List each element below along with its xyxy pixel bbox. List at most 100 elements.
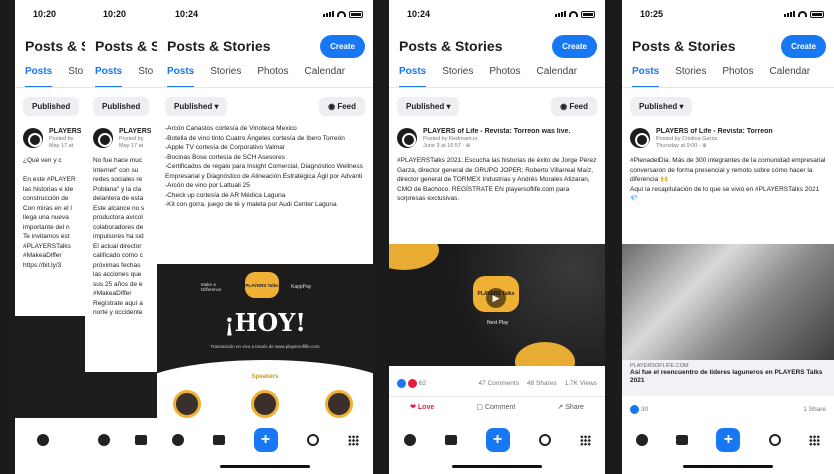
inbox-icon[interactable]	[135, 435, 148, 445]
menu-grid-icon[interactable]	[347, 434, 359, 446]
video-subtitle: Next Play	[487, 320, 509, 326]
status-bar: 10:24	[389, 0, 605, 28]
chevron-down-icon: ▾	[679, 101, 684, 111]
add-icon[interactable]: +	[485, 428, 510, 452]
chat-icon[interactable]	[768, 434, 781, 446]
video-gold-shape	[389, 244, 439, 270]
link-preview[interactable]: PLAYERSOFLIFE.COM Así fue el reencuentro…	[622, 360, 834, 396]
post-date: May 17 at	[49, 143, 74, 149]
tab-photos[interactable]: Photos	[257, 64, 288, 87]
share-count[interactable]: 48 Shares	[527, 380, 557, 387]
flyer-players-logo: PLAYERS Talks	[245, 272, 279, 298]
menu-grid-icon[interactable]	[579, 434, 591, 446]
love-button[interactable]: ❤ Love	[410, 403, 434, 411]
view-count[interactable]: 1.7K Views	[565, 380, 597, 387]
reaction-summary[interactable]: 62	[397, 378, 426, 388]
flyer-brand-left: Make a Difference	[201, 282, 222, 292]
post-stats: 62 47 Comments 48 Shares 1.7K Views	[389, 372, 605, 394]
header: Posts & Stories Create	[389, 28, 605, 64]
post-author[interactable]: PLAYERS of Life - Revista: Torreon was l…	[423, 128, 570, 135]
post-header: PLAYERS Posted by May 17 at	[85, 124, 160, 153]
status-icons	[555, 10, 595, 18]
tab-calendar[interactable]: Calendar	[537, 64, 578, 87]
video-player[interactable]: PLAYERS Talks ▶ Next Play	[389, 244, 605, 366]
create-button[interactable]: Create	[320, 34, 365, 58]
tab-bar: Posts Stories Photos Calendar	[622, 64, 834, 88]
event-flyer[interactable]: Make a Difference PLAYERS Talks KappPay …	[157, 264, 373, 426]
post-date: May 17 at	[119, 143, 144, 149]
feed-icon: ◉	[328, 101, 336, 111]
post-author[interactable]: PLAYERS	[49, 128, 81, 135]
page-title: Posts & Stories	[632, 38, 736, 54]
speaker-photo	[173, 390, 201, 418]
inbox-icon[interactable]	[444, 435, 457, 445]
home-icon[interactable]	[36, 434, 49, 446]
play-icon[interactable]: ▶	[486, 288, 506, 308]
status-bar: 10:25	[622, 0, 834, 28]
post-date: June 3 at 16:57 · ⊕	[423, 143, 471, 149]
tab-stories[interactable]: Sto	[68, 64, 83, 87]
post-author[interactable]: PLAYERS of Life - Revista: Torreon	[656, 128, 773, 135]
home-indicator	[683, 465, 773, 468]
post-header: PLAYERS of Life - Revista: Torreon Poste…	[622, 124, 834, 153]
post-text: -Arcón Canastos cortesía de Vinoteca Mex…	[165, 125, 363, 208]
tab-calendar[interactable]: Calendar	[305, 64, 346, 87]
tab-stories[interactable]: Stories	[210, 64, 241, 87]
published-dropdown[interactable]: Published ▾	[165, 96, 228, 116]
flyer-players-text: PLAYERS Talks	[245, 282, 279, 288]
comment-count[interactable]: 47 Comments	[478, 380, 518, 387]
menu-grid-icon[interactable]	[808, 434, 820, 446]
tab-bar: Posts Stories Photos Calendar	[389, 64, 605, 88]
add-icon[interactable]: +	[253, 428, 278, 452]
published-dropdown[interactable]: Published ▾	[397, 96, 460, 116]
tab-calendar[interactable]: Calendar	[770, 64, 811, 87]
tab-bar: Posts Sto	[85, 64, 160, 88]
bottom-nav	[85, 418, 160, 474]
status-time: 10:25	[640, 9, 664, 19]
tab-posts[interactable]: Posts	[95, 64, 123, 87]
share-icon: ↗	[557, 403, 564, 411]
comment-icon: ▢	[476, 403, 483, 411]
published-dropdown[interactable]: Published	[23, 96, 80, 116]
reaction-summary[interactable]: 30	[630, 404, 648, 414]
chat-icon[interactable]	[306, 434, 319, 446]
published-dropdown[interactable]: Published ▾	[630, 96, 693, 116]
published-dropdown[interactable]: Published	[93, 96, 150, 116]
tab-posts[interactable]: Posts	[632, 64, 660, 87]
post-photo[interactable]	[622, 244, 834, 360]
header: Posts & S	[85, 28, 160, 64]
home-icon[interactable]	[97, 434, 110, 446]
filter-bar: Published ▾	[622, 88, 834, 124]
inbox-icon[interactable]	[676, 435, 689, 445]
home-icon[interactable]	[636, 434, 649, 446]
add-icon[interactable]: +	[716, 428, 741, 452]
create-button[interactable]: Create	[781, 34, 826, 58]
tab-posts[interactable]: Posts	[25, 64, 53, 87]
create-button[interactable]: Create	[552, 34, 597, 58]
chat-icon[interactable]	[538, 434, 551, 446]
speaker-photo	[325, 390, 353, 418]
screenshot-2: 10:20 Posts & S Posts Sto Published PLAY…	[85, 0, 160, 474]
inbox-icon[interactable]	[212, 435, 225, 445]
tab-photos[interactable]: Photos	[722, 64, 753, 87]
tab-stories[interactable]: Sto	[138, 64, 153, 87]
avatar	[23, 128, 43, 148]
comment-button[interactable]: ▢ Comment	[476, 403, 515, 411]
header: Posts & Stories Create	[622, 28, 834, 64]
love-reaction-icon	[408, 378, 417, 388]
tab-posts[interactable]: Posts	[167, 64, 195, 87]
share-button[interactable]: ↗ Share	[557, 403, 584, 411]
screenshot-5: 10:25 Posts & Stories Create Posts Stori…	[622, 0, 834, 474]
tab-photos[interactable]: Photos	[489, 64, 520, 87]
share-count[interactable]: 1 Share	[803, 406, 826, 413]
post-author[interactable]: PLAYERS	[119, 128, 151, 135]
home-icon[interactable]	[171, 434, 184, 446]
home-icon[interactable]	[403, 434, 416, 446]
tab-stories[interactable]: Stories	[442, 64, 473, 87]
engagement-counts: 47 Comments 48 Shares 1.7K Views	[478, 380, 597, 387]
tab-stories[interactable]: Stories	[675, 64, 706, 87]
status-time: 10:24	[407, 9, 431, 19]
tab-posts[interactable]: Posts	[399, 64, 427, 87]
feed-button[interactable]: ◉ Feed	[319, 96, 365, 116]
feed-button[interactable]: ◉ Feed	[551, 96, 597, 116]
